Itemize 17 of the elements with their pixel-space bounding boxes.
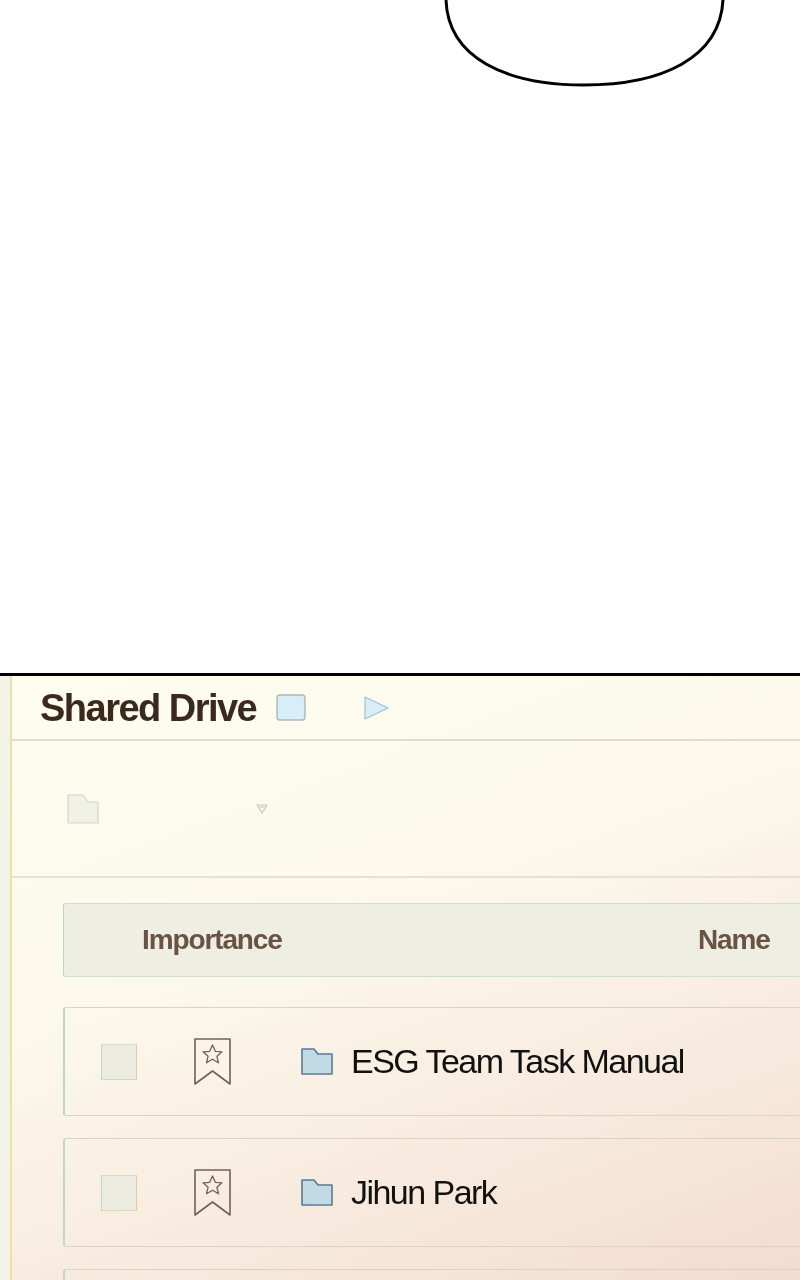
row-checkbox[interactable]	[101, 1043, 137, 1080]
drive-title: Shared Drive	[40, 688, 257, 727]
bookmark-icon[interactable]	[194, 1169, 231, 1216]
table-row[interactable]: ESG Team Task Manual	[63, 1007, 800, 1116]
row-checkbox[interactable]	[101, 1174, 137, 1211]
table-row[interactable]: Jihun Park	[63, 1138, 800, 1247]
column-header[interactable]: Name	[698, 919, 770, 961]
folder-icon	[301, 1179, 333, 1206]
file-name[interactable]: ESG Team Task Manual	[351, 1036, 684, 1087]
play-icon[interactable]	[364, 695, 390, 720]
tile-icon[interactable]	[276, 694, 307, 721]
column-header[interactable]: Importance	[142, 924, 282, 955]
folder-icon[interactable]	[67, 793, 99, 824]
file-name[interactable]: Jihun Park	[351, 1167, 497, 1218]
folder-icon	[301, 1048, 333, 1075]
bookmark-icon[interactable]	[194, 1038, 231, 1085]
caret-down-icon[interactable]	[256, 803, 268, 814]
